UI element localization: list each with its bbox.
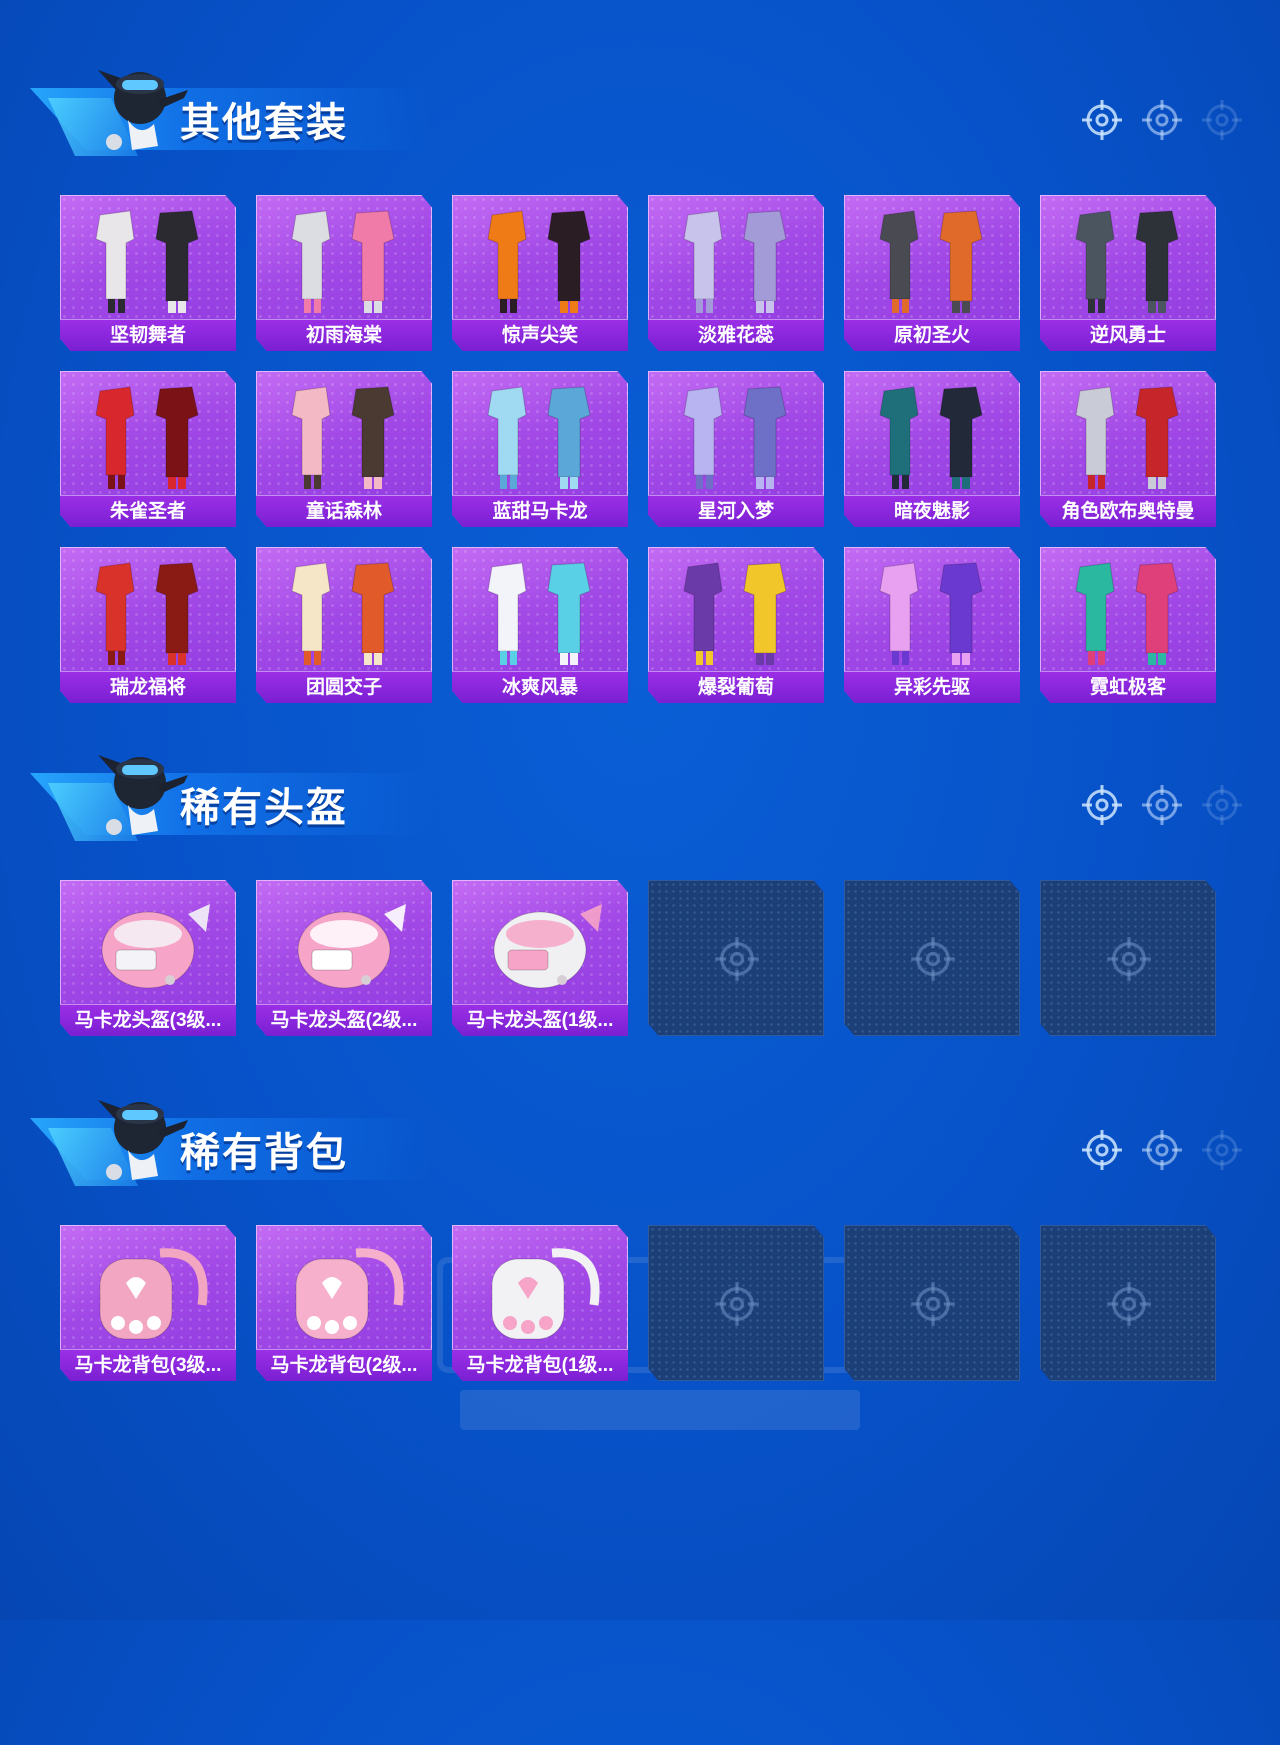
backpack-card[interactable]: 马卡龙背包(2级... — [256, 1225, 432, 1381]
crosshair-icon — [1082, 100, 1122, 140]
outfit-card[interactable]: 霓虹极客 — [1040, 547, 1216, 703]
section-title: 其他套装 — [180, 101, 348, 145]
item-grid: 马卡龙背包(3级... 马卡龙背包(2级... 马卡龙背包(1级... — [60, 1225, 1220, 1745]
outfit-card[interactable]: 瑞龙福将 — [60, 547, 236, 703]
outfit-card[interactable]: 团圆交子 — [256, 547, 432, 703]
section-header: 稀有背包 — [30, 1080, 450, 1190]
item-name: 蓝甜马卡龙 — [452, 495, 628, 527]
crosshair-icon — [1142, 785, 1182, 825]
item-name: 瑞龙福将 — [60, 671, 236, 703]
crosshair-icon — [1105, 935, 1153, 983]
outfit-card[interactable]: 暗夜魅影 — [844, 371, 1020, 527]
section-title: 稀有背包 — [180, 1131, 348, 1175]
crosshair-icon — [1202, 1130, 1242, 1170]
reticle-decoration — [1080, 98, 1250, 144]
outfit-card[interactable]: 异彩先驱 — [844, 547, 1020, 703]
outfit-card[interactable]: 朱雀圣者 — [60, 371, 236, 527]
item-name: 马卡龙头盔(1级... — [452, 1004, 628, 1036]
item-name: 霓虹极客 — [1040, 671, 1216, 703]
outfit-card[interactable]: 惊声尖笑 — [452, 195, 628, 351]
item-name: 星河入梦 — [648, 495, 824, 527]
outfit-card[interactable]: 童话森林 — [256, 371, 432, 527]
outfit-card[interactable]: 冰爽风暴 — [452, 547, 628, 703]
outfit-card[interactable]: 淡雅花蕊 — [648, 195, 824, 351]
outfit-card[interactable]: 蓝甜马卡龙 — [452, 371, 628, 527]
crosshair-icon — [713, 1280, 761, 1328]
section-header: 稀有头盔 — [30, 735, 450, 845]
item-name: 马卡龙头盔(3级... — [60, 1004, 236, 1036]
section-header: 其他套装 — [30, 50, 450, 160]
item-name: 坚韧舞者 — [60, 319, 236, 351]
outfit-card[interactable]: 原初圣火 — [844, 195, 1020, 351]
item-name: 初雨海棠 — [256, 319, 432, 351]
item-name: 逆风勇士 — [1040, 319, 1216, 351]
item-name: 角色欧布奥特曼 — [1040, 495, 1216, 527]
helmet-card[interactable]: 马卡龙头盔(2级... — [256, 880, 432, 1036]
reticle-decoration — [1080, 1128, 1250, 1174]
item-name: 团圆交子 — [256, 671, 432, 703]
section-title: 稀有头盔 — [180, 786, 348, 830]
item-name: 原初圣火 — [844, 319, 1020, 351]
item-name: 暗夜魅影 — [844, 495, 1020, 527]
outfit-card[interactable]: 坚韧舞者 — [60, 195, 236, 351]
item-name: 马卡龙背包(2级... — [256, 1349, 432, 1381]
crosshair-icon — [1202, 785, 1242, 825]
crosshair-icon — [1082, 785, 1122, 825]
crosshair-icon — [713, 935, 761, 983]
item-name: 马卡龙头盔(2级... — [256, 1004, 432, 1036]
outfit-card[interactable]: 逆风勇士 — [1040, 195, 1216, 351]
crosshair-icon — [909, 1280, 957, 1328]
empty-item-slot — [1040, 1225, 1216, 1381]
crosshair-icon — [1105, 1280, 1153, 1328]
crosshair-icon — [1142, 100, 1182, 140]
item-name: 马卡龙背包(1级... — [452, 1349, 628, 1381]
crosshair-icon — [909, 935, 957, 983]
item-name: 童话森林 — [256, 495, 432, 527]
empty-item-slot — [648, 880, 824, 1036]
item-name: 异彩先驱 — [844, 671, 1020, 703]
item-grid: 坚韧舞者 初雨海棠 惊声尖笑 淡雅花蕊 原初圣火 逆风勇士 朱雀圣者 童话森林 … — [60, 195, 1220, 715]
empty-item-slot — [1040, 880, 1216, 1036]
outfit-card[interactable]: 初雨海棠 — [256, 195, 432, 351]
outfit-card[interactable]: 爆裂葡萄 — [648, 547, 824, 703]
helmet-card[interactable]: 马卡龙头盔(1级... — [452, 880, 628, 1036]
item-name: 朱雀圣者 — [60, 495, 236, 527]
backpack-card[interactable]: 马卡龙背包(1级... — [452, 1225, 628, 1381]
outfit-card[interactable]: 角色欧布奥特曼 — [1040, 371, 1216, 527]
crosshair-icon — [1082, 1130, 1122, 1170]
outfit-card[interactable]: 星河入梦 — [648, 371, 824, 527]
empty-item-slot — [648, 1225, 824, 1381]
item-name: 爆裂葡萄 — [648, 671, 824, 703]
item-name: 冰爽风暴 — [452, 671, 628, 703]
crosshair-icon — [1142, 1130, 1182, 1170]
empty-item-slot — [844, 880, 1020, 1036]
backpack-card[interactable]: 马卡龙背包(3级... — [60, 1225, 236, 1381]
reticle-decoration — [1080, 783, 1250, 829]
empty-item-slot — [844, 1225, 1020, 1381]
item-name: 惊声尖笑 — [452, 319, 628, 351]
crosshair-icon — [1202, 100, 1242, 140]
section-1: 其他套装 坚韧舞者 初雨海棠 惊声尖笑 淡雅花蕊 原初圣火 逆风勇士 朱雀圣者 … — [0, 50, 1280, 703]
helmet-card[interactable]: 马卡龙头盔(3级... — [60, 880, 236, 1036]
section-3: 稀有背包 马卡龙背包(3级... 马卡龙背包(2级... 马卡龙背包(1级... — [0, 1080, 1280, 1540]
item-name: 淡雅花蕊 — [648, 319, 824, 351]
item-name: 马卡龙背包(3级... — [60, 1349, 236, 1381]
